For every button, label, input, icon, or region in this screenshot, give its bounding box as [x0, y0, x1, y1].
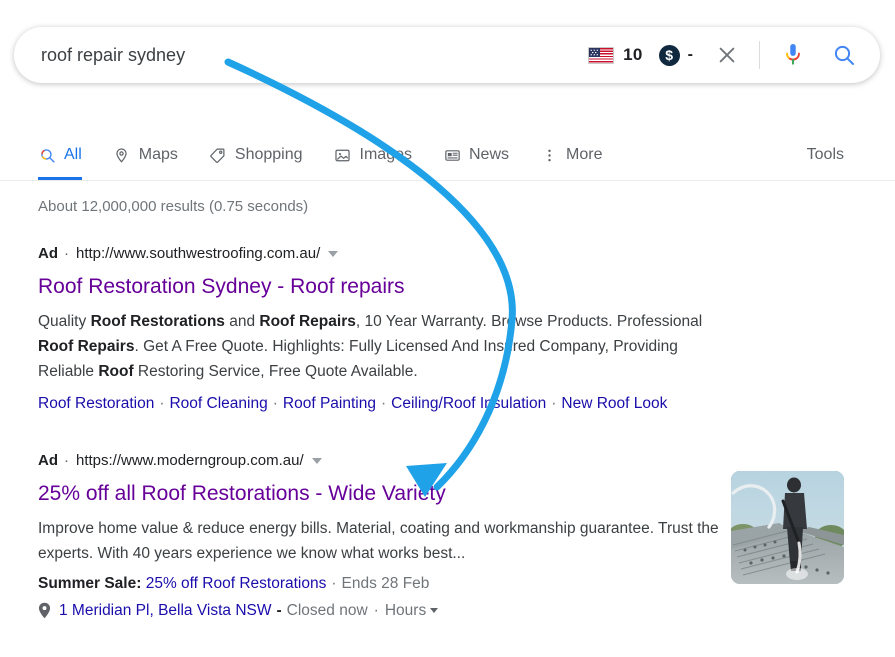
- tab-more[interactable]: More: [540, 138, 602, 172]
- search-icon[interactable]: [831, 42, 857, 68]
- image-icon: [334, 146, 352, 164]
- promo-label: Summer Sale:: [38, 575, 142, 592]
- chevron-down-icon[interactable]: [328, 250, 339, 257]
- sitelink[interactable]: New Roof Look: [561, 395, 667, 412]
- desc-part: and: [224, 313, 260, 330]
- tools-label: Tools: [806, 146, 844, 163]
- tab-images[interactable]: Images: [334, 138, 412, 172]
- sitelink-dot: ·: [551, 395, 557, 412]
- ad-description: Quality Roof Restorations and Roof Repai…: [38, 309, 728, 384]
- hours-label: Hours: [384, 602, 427, 619]
- tab-all[interactable]: All: [38, 138, 82, 180]
- map-pin-icon: [38, 602, 51, 619]
- tab-maps-label: Maps: [138, 146, 178, 163]
- toolbar-divider: [759, 41, 760, 69]
- ad-description: Improve home value & reduce energy bills…: [38, 520, 719, 562]
- ad-badge: Ad: [38, 245, 58, 262]
- hours-dropdown[interactable]: Hours: [384, 598, 439, 623]
- ad-separator: ·: [64, 245, 69, 262]
- close-icon[interactable]: [715, 43, 739, 67]
- result-stats: About 12,000,000 results (0.75 seconds): [38, 198, 309, 215]
- tab-news-label: News: [469, 146, 510, 163]
- desc-part: Quality: [38, 313, 91, 330]
- tab-maps[interactable]: Maps: [113, 138, 178, 172]
- address-link[interactable]: 1 Meridian Pl, Bella Vista NSW: [59, 598, 272, 623]
- search-bar-tools: 10 $ -: [588, 41, 879, 69]
- open-status: Closed now: [286, 602, 368, 619]
- search-bar[interactable]: 10 $ -: [14, 27, 880, 83]
- cost-dash-value: -: [687, 46, 693, 63]
- desc-bold: Roof Restorations: [90, 313, 225, 330]
- currency-badge-icon[interactable]: $: [658, 44, 680, 66]
- tab-all-label: All: [64, 146, 82, 163]
- search-icon: [38, 146, 56, 164]
- promo-end-date: Ends 28 Feb: [341, 575, 430, 592]
- tag-icon: [209, 146, 227, 164]
- nav-items: All Maps Shopping Images News More: [0, 138, 633, 180]
- desc-bold: Roof Repairs: [38, 338, 135, 355]
- promo-link[interactable]: 25% off Roof Restorations: [146, 575, 327, 592]
- tab-more-label: More: [566, 146, 603, 163]
- sitelink[interactable]: Roof Restoration: [38, 395, 154, 412]
- chevron-down-icon[interactable]: [311, 457, 322, 464]
- ad-url-row: Ad · https://www.moderngroup.com.au/: [38, 452, 858, 469]
- sitelink[interactable]: Roof Cleaning: [169, 395, 267, 412]
- ad-thumbnail[interactable]: [731, 471, 844, 584]
- ad-separator: ·: [64, 452, 69, 469]
- search-nav-tabs: All Maps Shopping Images News More Tools: [0, 138, 895, 181]
- tab-shopping[interactable]: Shopping: [209, 138, 303, 172]
- address-dot: ·: [373, 602, 379, 619]
- ad-url[interactable]: https://www.moderngroup.com.au/: [76, 452, 304, 469]
- tools-button[interactable]: Tools: [807, 138, 895, 172]
- tab-news[interactable]: News: [443, 138, 509, 172]
- kebab-menu-icon: [540, 146, 558, 164]
- desc-part: Restoring Service, Free Quote Available.: [133, 363, 418, 380]
- desc-bold: Roof: [98, 363, 134, 380]
- newspaper-icon: [443, 146, 461, 164]
- search-input[interactable]: [15, 38, 589, 72]
- address-dash: -: [276, 602, 282, 619]
- sitelink-dot: ·: [272, 395, 278, 412]
- microphone-icon[interactable]: [781, 42, 805, 68]
- sitelink[interactable]: Ceiling/Roof Insulation: [391, 395, 546, 412]
- chevron-down-icon: [430, 608, 439, 614]
- us-flag-icon: [588, 46, 615, 64]
- sitelink-dot: ·: [380, 395, 387, 412]
- ad-url-row: Ad · http://www.southwestroofing.com.au/: [38, 245, 858, 262]
- ad-badge: Ad: [38, 452, 58, 469]
- promo-dot: ·: [331, 575, 337, 592]
- sitelink[interactable]: Roof Painting: [283, 395, 376, 412]
- ad-result-1: Ad · http://www.southwestroofing.com.au/…: [38, 245, 858, 416]
- ad-address-row: 1 Meridian Pl, Bella Vista NSW - Closed …: [38, 598, 858, 623]
- ad-title-link[interactable]: Roof Restoration Sydney - Roof repairs: [38, 274, 858, 300]
- result-count-indicator: 10: [623, 45, 643, 64]
- ad-url[interactable]: http://www.southwestroofing.com.au/: [76, 245, 320, 262]
- desc-part: , 10 Year Warranty. Browse Products. Pro…: [355, 313, 703, 330]
- desc-bold: Roof Repairs: [259, 313, 356, 330]
- map-pin-icon: [113, 146, 131, 164]
- sitelink-dot: ·: [159, 395, 165, 412]
- tab-shopping-label: Shopping: [234, 146, 303, 163]
- tab-images-label: Images: [359, 146, 412, 163]
- ad-sitelinks: Roof Restoration · Roof Cleaning · Roof Pain…: [38, 391, 858, 416]
